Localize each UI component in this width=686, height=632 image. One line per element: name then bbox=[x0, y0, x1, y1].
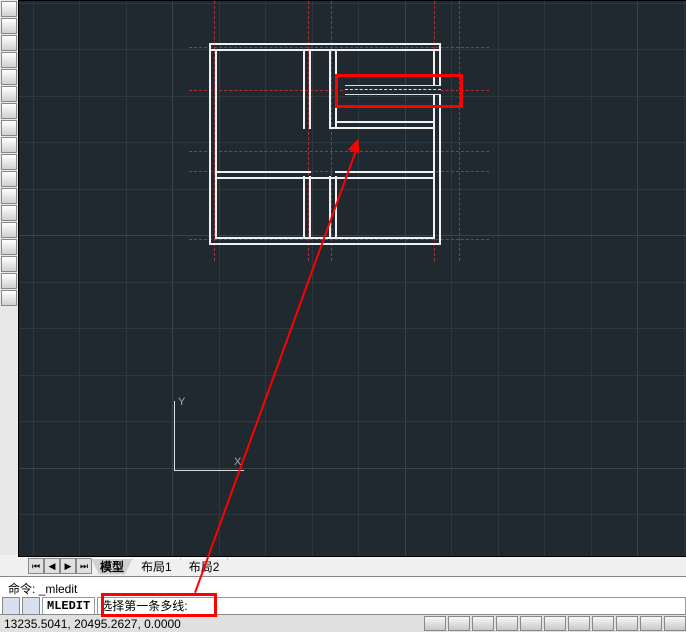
wall bbox=[329, 176, 331, 239]
tool-text-icon[interactable] bbox=[1, 137, 17, 153]
tool-pline-icon[interactable] bbox=[1, 18, 17, 34]
layout-tabs: ⏮ ◀ ▶ ⏭ 模型 布局1 布局2 bbox=[28, 557, 228, 575]
window-element bbox=[345, 85, 441, 95]
left-toolbar bbox=[0, 0, 19, 555]
wall bbox=[329, 127, 435, 129]
wall bbox=[337, 121, 435, 123]
wall bbox=[439, 43, 441, 245]
tab-model[interactable]: 模型 bbox=[91, 558, 133, 575]
status-grid-icon[interactable] bbox=[448, 616, 470, 631]
wall bbox=[215, 177, 337, 179]
status-polar-icon[interactable] bbox=[496, 616, 518, 631]
tool-mtext-icon[interactable] bbox=[1, 154, 17, 170]
wall bbox=[433, 49, 435, 239]
tool-boundary-icon[interactable] bbox=[1, 222, 17, 238]
tool-point-icon[interactable] bbox=[1, 120, 17, 136]
command-input[interactable]: 选择第一条多线: bbox=[97, 597, 686, 615]
wall bbox=[335, 171, 435, 173]
command-history-line: 命令: _mledit bbox=[8, 580, 77, 597]
status-dyn-icon[interactable] bbox=[592, 616, 614, 631]
ucs-y-label: Y bbox=[178, 396, 185, 408]
tool-line-icon[interactable] bbox=[1, 1, 17, 17]
tab-nav-last-icon[interactable]: ⏭ bbox=[76, 558, 92, 574]
drawing-canvas[interactable]: X Y bbox=[18, 0, 686, 557]
tab-nav-prev-icon[interactable]: ◀ bbox=[44, 558, 60, 574]
tool-region-icon[interactable] bbox=[1, 205, 17, 221]
status-ortho-icon[interactable] bbox=[472, 616, 494, 631]
status-qp-icon[interactable] bbox=[640, 616, 662, 631]
wall bbox=[303, 176, 305, 239]
axis-line bbox=[189, 90, 489, 91]
tab-layout1[interactable]: 布局1 bbox=[132, 558, 181, 575]
wall bbox=[309, 49, 311, 129]
axis-line bbox=[189, 151, 489, 152]
status-osnap-icon[interactable] bbox=[520, 616, 542, 631]
axis-line bbox=[331, 1, 332, 261]
tool-ray-icon[interactable] bbox=[1, 290, 17, 306]
tool-xline-icon[interactable] bbox=[1, 273, 17, 289]
tool-block-icon[interactable] bbox=[1, 171, 17, 187]
wall bbox=[215, 49, 217, 239]
command-hint: 选择第一条多线: bbox=[100, 599, 187, 613]
tool-revcloud-icon[interactable] bbox=[1, 239, 17, 255]
tool-arc-icon[interactable] bbox=[1, 52, 17, 68]
wall bbox=[309, 176, 311, 239]
coordinate-readout: 13235.5041, 20495.2627, 0.0000 bbox=[0, 617, 181, 631]
wall bbox=[329, 49, 331, 129]
wall bbox=[209, 43, 440, 45]
tool-rect-icon[interactable] bbox=[1, 69, 17, 85]
wall bbox=[303, 49, 305, 129]
status-otrack-icon[interactable] bbox=[544, 616, 566, 631]
status-snap-icon[interactable] bbox=[424, 616, 446, 631]
tab-nav-next-icon[interactable]: ▶ bbox=[60, 558, 76, 574]
status-ducs-icon[interactable] bbox=[568, 616, 590, 631]
tool-table-icon[interactable] bbox=[1, 188, 17, 204]
wall bbox=[335, 177, 435, 179]
command-area: 命令: _mledit MLEDIT 选择第一条多线: bbox=[0, 576, 686, 615]
wall bbox=[335, 49, 337, 129]
status-bar: 13235.5041, 20495.2627, 0.0000 bbox=[0, 614, 686, 632]
axis-line bbox=[189, 239, 489, 240]
wall bbox=[209, 49, 440, 51]
status-model-icon[interactable] bbox=[664, 616, 686, 631]
status-lwt-icon[interactable] bbox=[616, 616, 638, 631]
tab-nav-first-icon[interactable]: ⏮ bbox=[28, 558, 44, 574]
wall bbox=[209, 243, 441, 245]
wall bbox=[215, 171, 311, 173]
command-prompt-name: MLEDIT bbox=[42, 597, 95, 615]
command-recent-icon[interactable] bbox=[2, 597, 20, 615]
wall bbox=[209, 43, 211, 245]
command-options-icon[interactable] bbox=[22, 597, 40, 615]
tool-spline-icon[interactable] bbox=[1, 256, 17, 272]
tool-circle-icon[interactable] bbox=[1, 35, 17, 51]
axis-line bbox=[459, 1, 460, 261]
axis-line bbox=[189, 47, 489, 48]
ucs-icon: X Y bbox=[174, 396, 249, 471]
tool-hatch-icon[interactable] bbox=[1, 103, 17, 119]
tool-ellipse-icon[interactable] bbox=[1, 86, 17, 102]
